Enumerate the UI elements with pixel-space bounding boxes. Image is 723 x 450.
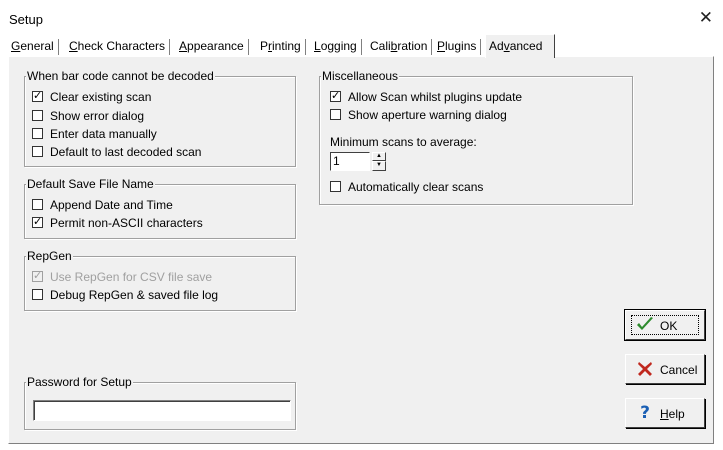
- group-legend: When bar code cannot be decoded: [26, 69, 215, 83]
- spin-up-icon[interactable]: ▲: [372, 152, 386, 161]
- ok-button[interactable]: OK: [624, 309, 706, 341]
- tab-calibration[interactable]: Calibration: [367, 37, 433, 56]
- group-legend: RepGen: [26, 249, 73, 263]
- group-legend: Miscellaneous: [321, 69, 400, 83]
- spin-down-icon[interactable]: ▼: [372, 161, 386, 171]
- checkbox-label: Use RepGen for CSV file save: [50, 270, 213, 284]
- password-input[interactable]: [33, 400, 291, 421]
- checkbox-box: ✓: [32, 216, 43, 228]
- cancel-label: Cancel: [660, 363, 698, 377]
- checkbox-label: Allow Scan whilst plugins update: [348, 90, 523, 104]
- checkbox-box: ✓: [330, 90, 341, 102]
- checkmark-icon: [636, 316, 654, 334]
- password-group: Password for Setup: [24, 375, 296, 430]
- checkbox-box: [32, 289, 43, 300]
- tab-logging[interactable]: Logging: [311, 37, 362, 56]
- checkbox-box: ✓: [32, 90, 43, 102]
- tab-advanced[interactable]: Advanced: [485, 34, 555, 58]
- tab-plugins[interactable]: Plugins: [434, 37, 482, 56]
- checkbox-box: [32, 146, 43, 157]
- checkbox-box: [32, 110, 43, 121]
- group-legend: Password for Setup: [26, 375, 133, 389]
- checkbox-box: [330, 181, 341, 192]
- checkbox-label: Debug RepGen & saved file log: [50, 288, 219, 302]
- checkbox-label: Permit non-ASCII characters: [50, 216, 203, 230]
- tab-label: Appearance: [179, 39, 244, 53]
- question-icon: ?: [640, 403, 650, 423]
- tab-general[interactable]: General: [8, 37, 59, 56]
- checkbox-label: Append Date and Time: [50, 198, 173, 212]
- tab-check-characters[interactable]: Check Characters: [66, 37, 171, 56]
- help-label: Help: [660, 407, 685, 421]
- help-button[interactable]: ? Help: [625, 398, 705, 428]
- checkbox-box: ✓: [32, 270, 43, 282]
- checkbox-box: [32, 128, 43, 139]
- checkbox-label: Enter data manually: [50, 127, 157, 141]
- close-icon[interactable]: ✕: [699, 9, 713, 26]
- x-icon: [636, 360, 654, 378]
- checkbox-box: [330, 109, 341, 120]
- tab-label: Calibration: [370, 39, 428, 53]
- miscellaneous-group: Miscellaneous ✓ Allow Scan whilst plugin…: [319, 69, 633, 205]
- min-scans-spinner: ▲ ▼: [372, 152, 386, 171]
- ok-label: OK: [660, 319, 678, 333]
- tab-label: Check Characters: [69, 39, 166, 53]
- tab-label: Logging: [314, 39, 357, 53]
- checkbox-label: Clear existing scan: [50, 90, 152, 104]
- title-bar: Setup ✕: [0, 0, 723, 36]
- tab-printing[interactable]: Printing: [257, 37, 306, 56]
- min-scans-label: Minimum scans to average:: [330, 135, 477, 149]
- checkbox-label: Default to last decoded scan: [50, 145, 202, 159]
- tab-label: General: [11, 39, 54, 53]
- group-legend: Default Save File Name: [26, 177, 155, 191]
- advanced-panel: When bar code cannot be decoded ✓ Clear …: [8, 56, 714, 444]
- tab-label: Printing: [260, 39, 301, 53]
- min-scans-input[interactable]: 1: [330, 152, 370, 171]
- repgen-group: RepGen ✓ Use RepGen for CSV file save De…: [24, 249, 296, 311]
- tab-label: Advanced: [489, 39, 543, 53]
- cancel-button[interactable]: Cancel: [625, 354, 705, 384]
- tab-strip: General Check Characters Appearance Prin…: [8, 34, 713, 58]
- checkbox-label: Automatically clear scans: [348, 180, 484, 194]
- default-save-file-group: Default Save File Name Append Date and T…: [24, 177, 296, 239]
- checkbox-label: Show error dialog: [50, 109, 145, 123]
- window-title: Setup: [9, 12, 43, 27]
- checkbox-label: Show aperture warning dialog: [348, 108, 507, 122]
- decode-failure-group: When bar code cannot be decoded ✓ Clear …: [24, 69, 296, 167]
- tab-appearance[interactable]: Appearance: [176, 37, 249, 56]
- tab-label: Plugins: [437, 39, 477, 53]
- checkbox-box: [32, 199, 43, 210]
